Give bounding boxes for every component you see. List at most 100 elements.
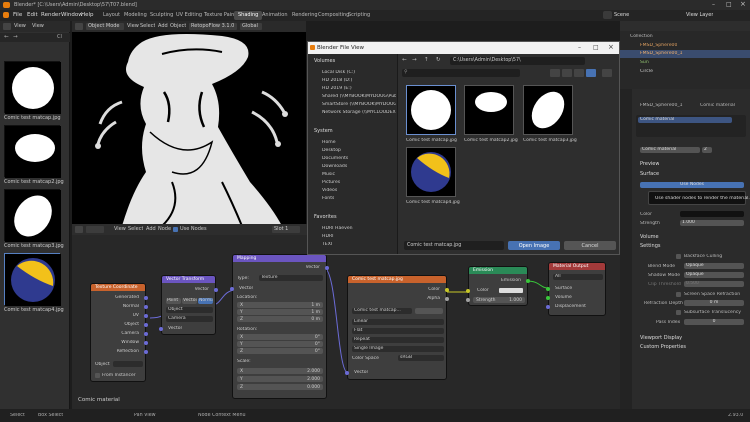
view-layer-name[interactable]: View Layer bbox=[686, 12, 713, 18]
socket[interactable] bbox=[526, 279, 530, 283]
ssr-checkbox[interactable] bbox=[676, 292, 681, 297]
image-buttons[interactable] bbox=[415, 308, 443, 314]
scale-x[interactable]: X 2.000 bbox=[237, 368, 323, 374]
volume-item[interactable]: Network Storage (\\MYCLOUDEX2ULTRA\... bbox=[322, 110, 396, 115]
mapping-node[interactable]: Mapping Vector Type: Texture Vector Loca… bbox=[230, 254, 329, 399]
backface-culling-checkbox[interactable] bbox=[676, 254, 681, 259]
system-item-fonts[interactable]: Fonts bbox=[322, 196, 334, 201]
rotation-x[interactable]: X 0° bbox=[237, 334, 323, 340]
color-field[interactable] bbox=[680, 211, 744, 217]
file-thumb-matcap2[interactable] bbox=[464, 85, 514, 135]
location-y[interactable]: Y 1 m bbox=[237, 309, 323, 315]
vp-menu-select[interactable]: Select bbox=[140, 23, 155, 29]
material-user-count[interactable]: 2 bbox=[702, 147, 712, 153]
material-slot-list[interactable]: Comic material bbox=[636, 115, 746, 137]
image-datablock-field[interactable]: Comic test matcap... bbox=[352, 308, 412, 314]
slot-dropdown[interactable]: Slot 1 bbox=[272, 226, 300, 233]
socket[interactable] bbox=[159, 327, 163, 331]
socket[interactable] bbox=[144, 305, 148, 309]
menu-file[interactable]: File bbox=[13, 12, 22, 18]
dialog-maximize-button[interactable]: □ bbox=[593, 44, 599, 51]
settings-section[interactable]: Settings bbox=[640, 243, 661, 249]
socket[interactable] bbox=[230, 287, 234, 291]
system-item-downloads[interactable]: Downloads bbox=[322, 164, 347, 169]
clip-threshold-field[interactable]: 0.500 bbox=[684, 281, 744, 287]
socket[interactable] bbox=[546, 305, 550, 309]
editor-type-icon[interactable] bbox=[3, 23, 11, 30]
ne-menu-add[interactable]: Add bbox=[146, 226, 156, 232]
preview-section[interactable]: Preview bbox=[640, 161, 659, 167]
source-dropdown[interactable]: Single Image bbox=[352, 346, 444, 352]
system-item-desktop[interactable]: Desktop bbox=[322, 148, 341, 153]
volume-item[interactable]: HD 2018 (D:) bbox=[322, 78, 396, 83]
vp-menu-add[interactable]: Add bbox=[158, 23, 168, 29]
search-input[interactable] bbox=[402, 69, 520, 77]
socket[interactable] bbox=[445, 297, 449, 301]
forward-arrow-icon[interactable]: → bbox=[13, 34, 18, 40]
strength-field[interactable]: 1.000 bbox=[680, 220, 744, 226]
rotation-y[interactable]: Y 0° bbox=[237, 341, 323, 347]
mode-point[interactable]: Point bbox=[166, 298, 181, 304]
hidden-files-icon[interactable] bbox=[574, 69, 584, 77]
system-item-documents[interactable]: Documents bbox=[322, 156, 348, 161]
socket[interactable] bbox=[144, 314, 148, 318]
convert-from-dropdown[interactable]: Object bbox=[166, 307, 213, 313]
gear-icon[interactable] bbox=[602, 69, 612, 77]
outliner-item[interactable]: Sun bbox=[640, 60, 649, 65]
cancel-button[interactable]: Cancel bbox=[564, 241, 616, 250]
ne-menu-view[interactable]: View bbox=[114, 226, 126, 232]
sort-icon[interactable] bbox=[562, 69, 572, 77]
extension-dropdown[interactable]: Repeat bbox=[352, 337, 444, 343]
tab-scripting[interactable]: Scripting bbox=[344, 11, 374, 20]
thumbnail-matcap4[interactable] bbox=[4, 253, 61, 306]
refraction-depth-field[interactable]: 0 m bbox=[684, 300, 744, 306]
blender-menu-icon[interactable] bbox=[3, 12, 9, 18]
ne-menu-node[interactable]: Node bbox=[158, 226, 171, 232]
back-arrow-icon[interactable]: ← bbox=[402, 57, 407, 63]
file-thumb-matcap1[interactable] bbox=[406, 85, 456, 135]
volume-item[interactable]: SmartStore (\\MYBOOK\MYDOUG) (X:) bbox=[322, 102, 396, 107]
cl-button[interactable]: Cl bbox=[57, 34, 62, 40]
maximize-button[interactable]: □ bbox=[726, 1, 732, 8]
use-nodes-checkbox[interactable] bbox=[173, 227, 178, 232]
vp-menu-view[interactable]: View bbox=[127, 23, 139, 29]
outliner-item[interactable]: Circle bbox=[640, 69, 653, 74]
menu-help[interactable]: Help bbox=[81, 12, 94, 18]
tab-animation[interactable]: Animation bbox=[258, 11, 292, 20]
socket[interactable] bbox=[144, 296, 148, 300]
favorite-item[interactable]: HDRI bbox=[322, 234, 334, 239]
blend-mode-dropdown[interactable]: Opaque bbox=[684, 263, 744, 269]
scene-icon[interactable] bbox=[603, 11, 612, 19]
dialog-minimize-button[interactable]: – bbox=[578, 44, 581, 51]
volume-item[interactable]: Shared (\\MYBOOK\MYDOUG\Public) (... bbox=[322, 94, 396, 99]
target-dropdown[interactable]: All bbox=[553, 274, 603, 280]
socket[interactable] bbox=[144, 332, 148, 336]
vector-transform-node[interactable]: Vector Transform Vector Point Vector Nor… bbox=[159, 275, 218, 335]
file-thumb-matcap4[interactable] bbox=[406, 147, 456, 197]
display-mode-icon[interactable] bbox=[550, 69, 560, 77]
socket[interactable] bbox=[466, 298, 470, 302]
menu-window[interactable]: Window bbox=[61, 12, 83, 18]
filename-input[interactable]: Comic test matcap.jpg bbox=[404, 241, 504, 250]
color-swatch[interactable] bbox=[499, 288, 523, 293]
scale-z[interactable]: Z 0.000 bbox=[237, 384, 323, 390]
sss-checkbox[interactable] bbox=[676, 310, 681, 315]
material-slot[interactable]: Comic material bbox=[638, 117, 732, 123]
socket[interactable] bbox=[345, 371, 349, 375]
thumbnail-matcap1[interactable] bbox=[4, 61, 61, 114]
location-x[interactable]: X 1 m bbox=[237, 302, 323, 308]
editor-type-icon[interactable] bbox=[75, 23, 83, 30]
from-instancer-checkbox[interactable] bbox=[95, 373, 100, 378]
outliner-collection[interactable]: Collection bbox=[630, 34, 653, 39]
use-nodes-button[interactable]: Use Nodes bbox=[640, 182, 744, 188]
socket[interactable] bbox=[466, 289, 470, 293]
scale-y[interactable]: Y 2.000 bbox=[237, 376, 323, 382]
header-select-menu[interactable]: View bbox=[32, 23, 44, 29]
volume-item[interactable]: HD 2019 (E:) bbox=[322, 86, 396, 91]
outliner-item[interactable]: FMSD_Sphere00 bbox=[640, 43, 677, 48]
3d-viewport[interactable] bbox=[72, 21, 306, 226]
back-arrow-icon[interactable]: ← bbox=[4, 34, 9, 40]
header-view-menu[interactable]: View bbox=[14, 23, 26, 29]
parent-directory-icon[interactable]: ↑ bbox=[424, 57, 429, 63]
mode-dropdown[interactable]: Object Mode bbox=[86, 23, 124, 30]
